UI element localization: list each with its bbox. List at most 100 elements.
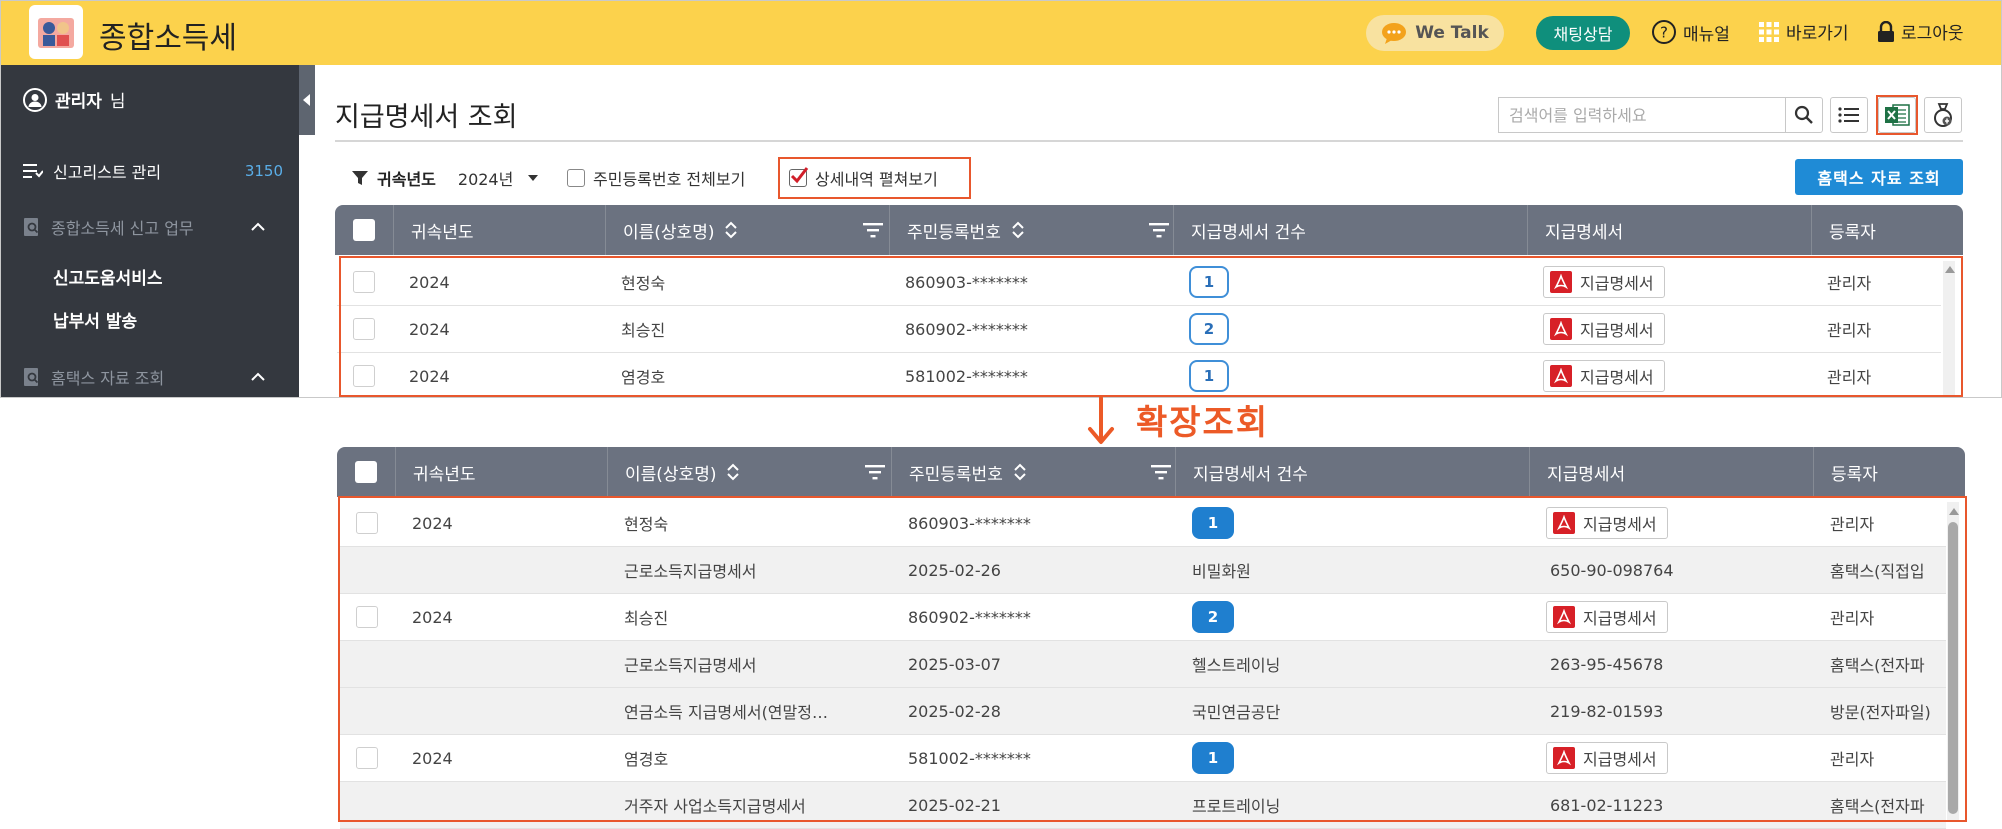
scroll-up-icon[interactable]: [1948, 506, 1960, 516]
manual-link[interactable]: ? 매뉴얼: [1651, 19, 1730, 45]
expanded-view-label: 확장조회: [1136, 403, 1270, 443]
show-full-rrn-toggle[interactable]: 주민등록번호 전체보기: [567, 166, 745, 190]
chat-consult-button[interactable]: 채팅상담: [1536, 16, 1630, 50]
col-statement[interactable]: 지급명세서: [1547, 447, 1625, 497]
detail-statement-name: 거주자 사업소득지급명세서: [624, 797, 806, 816]
filter-lines-icon[interactable]: [865, 464, 885, 480]
app-logo-icon[interactable]: [29, 5, 83, 59]
statement-count-badge[interactable]: 1: [1192, 742, 1234, 774]
year-filter[interactable]: 귀속년도 2024년: [351, 166, 539, 190]
col-rrn[interactable]: 주민등록번호: [907, 205, 1169, 255]
detail-row[interactable]: 연금소득 지급명세서(연말정… 2025-02-28 국민연금공단 219-82-01…: [340, 688, 1946, 735]
app-window: 종합소득세 We Talk 채팅상담 ? 매뉴얼 바로가기 로그아웃 관리자 님…: [0, 0, 2002, 398]
top-bar: 종합소득세 We Talk 채팅상담 ? 매뉴얼 바로가기 로그아웃: [1, 1, 2001, 65]
column-settings-button[interactable]: [1830, 97, 1868, 133]
col-statement[interactable]: 지급명세서: [1545, 205, 1623, 255]
row-registrant: 관리자: [1830, 750, 1875, 769]
row-checkbox[interactable]: [353, 365, 375, 387]
sidebar-item-hometax[interactable]: 홈택스 자료 조회: [23, 363, 283, 391]
statement-count-badge[interactable]: 2: [1192, 601, 1234, 633]
sidebar-subitem-assist-service[interactable]: 신고도움서비스: [53, 264, 162, 289]
expand-details-toggle[interactable]: 상세내역 펼쳐보기: [789, 166, 938, 190]
sidebar-collapse-button[interactable]: [299, 65, 315, 135]
detail-date: 2025-02-28: [908, 701, 1001, 721]
detail-date: 2025-02-26: [908, 560, 1001, 580]
filter-lines-icon[interactable]: [1149, 222, 1169, 238]
sidebar-item-income-tax[interactable]: 종합소득세 신고 업무: [23, 213, 283, 241]
row-name: 현정숙: [624, 515, 669, 534]
detail-row[interactable]: 거주자 사업소득지급명세서 2025-02-21 프로트레이닝 681-02-1122…: [340, 782, 1946, 829]
detail-payer: 국민연금공단: [1192, 703, 1281, 722]
excel-download-button[interactable]: [1878, 97, 1916, 133]
col-registrant[interactable]: 등록자: [1831, 447, 1878, 497]
table-row[interactable]: 2024 염경호 581002-******* 1 지급명세서 관리자: [337, 353, 1941, 397]
show-full-rrn-checkbox[interactable]: [567, 169, 585, 187]
user-icon: [23, 87, 47, 112]
row-checkbox[interactable]: [356, 747, 378, 769]
report-count: 3150: [244, 162, 283, 180]
we-talk-button[interactable]: We Talk: [1366, 15, 1504, 51]
row-year: 2024: [412, 513, 453, 533]
pdf-statement-button[interactable]: 지급명세서: [1543, 313, 1665, 345]
pdf-statement-button[interactable]: 지급명세서: [1546, 507, 1668, 539]
print-settings-button[interactable]: [1924, 97, 1962, 133]
filter-lines-icon[interactable]: [863, 222, 883, 238]
row-checkbox[interactable]: [356, 606, 378, 628]
col-registrant[interactable]: 등록자: [1829, 205, 1876, 255]
pdf-statement-button[interactable]: 지급명세서: [1546, 601, 1668, 633]
col-count[interactable]: 지급명세서 건수: [1193, 447, 1308, 497]
arrow-down-icon: [1088, 396, 1114, 444]
row-year: 2024: [409, 319, 450, 339]
scroll-up-icon[interactable]: [1944, 264, 1956, 274]
row-year: 2024: [409, 272, 450, 292]
logout-link[interactable]: 로그아웃: [1877, 19, 1964, 44]
table-scrollbar[interactable]: [1943, 261, 1955, 397]
row-checkbox[interactable]: [353, 271, 375, 293]
table-row[interactable]: 2024 염경호 581002-******* 1 지급명세서 관리자: [340, 735, 1946, 782]
table-header: 귀속년도 이름(상호명) 주민등록번호 지급명세서 건수 지급명세서 등록자: [335, 205, 1963, 255]
select-all-checkbox[interactable]: [355, 461, 377, 483]
detail-row[interactable]: 근로소득지급명세서 2025-03-07 헬스트레이닝 263-95-45678 홈택스…: [340, 641, 1946, 688]
col-count[interactable]: 지급명세서 건수: [1191, 205, 1306, 255]
sidebar-item-label: 종합소득세 신고 업무: [51, 219, 194, 238]
table-row[interactable]: 2024 최승진 860902-******* 2 지급명세서 관리자: [340, 594, 1946, 641]
expand-details-checkbox[interactable]: [789, 167, 809, 187]
hometax-lookup-button[interactable]: 홈택스 자료 조회: [1795, 159, 1963, 195]
filter-lines-icon[interactable]: [1151, 464, 1171, 480]
sidebar-item-label: 홈택스 자료 조회: [51, 369, 165, 388]
col-name-label: 이름(상호명): [623, 222, 715, 243]
sidebar-subitem-payment-send[interactable]: 납부서 발송: [53, 307, 137, 332]
col-year[interactable]: 귀속년도: [413, 447, 476, 497]
shortcut-link[interactable]: 바로가기: [1758, 19, 1849, 44]
statement-count-badge[interactable]: 1: [1192, 507, 1234, 539]
year-select-value[interactable]: 2024년: [458, 166, 513, 190]
pdf-statement-button[interactable]: 지급명세서: [1543, 360, 1665, 392]
table-row[interactable]: 2024 최승진 860902-******* 2 지급명세서 관리자: [337, 306, 1941, 353]
row-checkbox[interactable]: [356, 512, 378, 534]
table-row[interactable]: 2024 현정숙 860903-******* 1 지급명세서 관리자: [340, 500, 1946, 547]
table-row[interactable]: 2024 현정숙 860903-******* 1 지급명세서 관리자: [337, 259, 1941, 306]
statement-count-badge[interactable]: 2: [1189, 313, 1229, 345]
search-button[interactable]: [1785, 97, 1823, 133]
title-divider: [335, 140, 1963, 142]
col-name[interactable]: 이름(상호명): [623, 205, 883, 255]
pdf-icon: [1553, 747, 1575, 769]
scroll-thumb[interactable]: [1948, 522, 1958, 814]
show-full-rrn-label: 주민등록번호 전체보기: [593, 170, 746, 189]
detail-payer: 헬스트레이닝: [1192, 656, 1281, 675]
statement-count-badge[interactable]: 1: [1189, 266, 1229, 298]
statement-count-badge[interactable]: 1: [1189, 360, 1229, 392]
col-name[interactable]: 이름(상호명): [625, 447, 885, 497]
pdf-statement-button[interactable]: 지급명세서: [1543, 266, 1665, 298]
row-checkbox[interactable]: [353, 318, 375, 340]
col-year[interactable]: 귀속년도: [411, 205, 474, 255]
col-rrn[interactable]: 주민등록번호: [909, 447, 1171, 497]
sidebar-item-report-list[interactable]: 신고리스트 관리 3150: [23, 157, 283, 185]
search-input[interactable]: [1498, 97, 1786, 133]
detail-row[interactable]: 근로소득지급명세서 2025-02-26 비밀화원 650-90-098764 홈택스(…: [340, 547, 1946, 594]
chat-bubble-icon: [1382, 23, 1407, 44]
pdf-statement-button[interactable]: 지급명세서: [1546, 742, 1668, 774]
sort-icon: [727, 463, 740, 481]
detail-source: 홈택스(직접입: [1830, 562, 1925, 581]
select-all-checkbox[interactable]: [353, 219, 375, 241]
